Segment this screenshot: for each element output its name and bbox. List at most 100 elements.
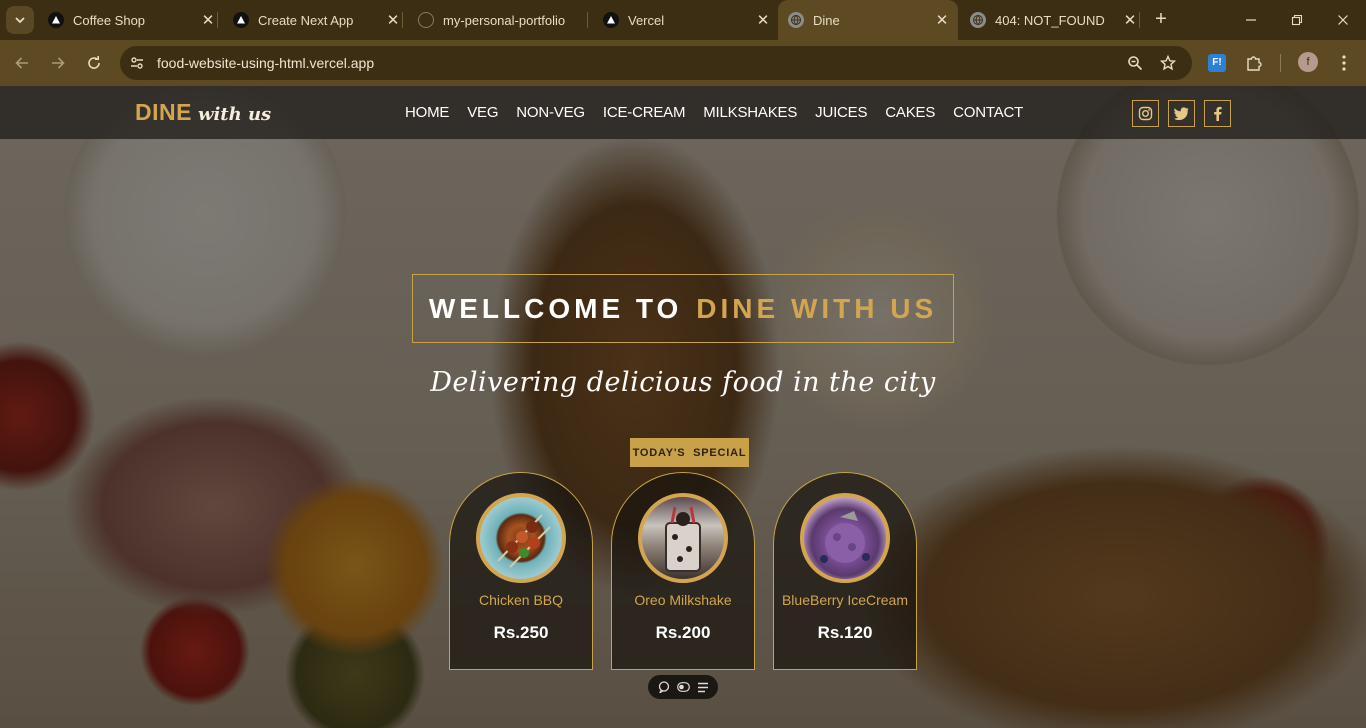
zoom-button[interactable] [1125, 53, 1145, 73]
reload-icon [88, 56, 100, 69]
tab-my-personal-portfolio[interactable]: my-personal-portfolio [410, 0, 588, 40]
restore-button[interactable] [1274, 0, 1320, 40]
tab-title: Coffee Shop [73, 12, 146, 28]
tab-title: Vercel [628, 12, 665, 28]
close-icon [1338, 15, 1348, 25]
tab-dine[interactable]: Dine ✕ [778, 0, 958, 40]
profile-avatar[interactable]: f [1298, 52, 1318, 72]
toggle-icon[interactable] [676, 682, 690, 692]
magnifier-icon [1128, 56, 1143, 71]
browser-tab-strip: Coffee Shop ✕ Create Next App ✕ my-perso… [0, 0, 1366, 40]
bookmark-button[interactable] [1158, 53, 1178, 73]
globe-icon [788, 12, 804, 28]
chevron-down-icon [15, 17, 25, 24]
puzzle-icon [1247, 56, 1262, 71]
logo-main-text: DINE [135, 99, 192, 125]
nav-non-veg[interactable]: NON-VEG [516, 104, 585, 121]
arrow-left-icon [15, 57, 28, 69]
special-name: BlueBerry IceCream [781, 592, 909, 608]
minimize-button[interactable] [1228, 0, 1274, 40]
site-logo[interactable]: DINE with us [135, 99, 271, 126]
tab-title: Create Next App [258, 12, 354, 28]
facebook-icon [1214, 106, 1222, 121]
toolbar-divider [1280, 54, 1281, 72]
site-info-button[interactable] [122, 48, 152, 78]
back-button[interactable] [8, 49, 36, 77]
facebook-link[interactable] [1204, 100, 1231, 127]
site-header: DINE with us HOME VEG NON-VEG ICE-CREAM … [0, 86, 1366, 139]
hero-title-white: WELLCOME TO [428, 292, 683, 324]
tab-separator [1139, 12, 1140, 28]
extensions-menu-button[interactable] [1244, 53, 1264, 73]
tab-404-not-found[interactable]: 404: NOT_FOUND ✕ [962, 0, 1140, 40]
comment-icon[interactable] [658, 681, 670, 693]
kebab-menu-icon [1342, 55, 1346, 71]
globe-icon [970, 12, 986, 28]
vercel-triangle-icon [48, 12, 64, 28]
blueberry-icecream-image [800, 493, 890, 583]
tab-separator [587, 12, 588, 28]
nav-cakes[interactable]: CAKES [885, 104, 935, 121]
special-price: Rs.250 [493, 623, 549, 642]
vercel-triangle-icon [233, 12, 249, 28]
hero-title-gold: DINE WITH US [696, 292, 938, 324]
tab-create-next-app[interactable]: Create Next App ✕ [225, 0, 403, 40]
tab-separator [402, 12, 403, 28]
tab-title: 404: NOT_FOUND [995, 12, 1105, 28]
close-tab-icon[interactable]: ✕ [753, 10, 773, 30]
reload-button[interactable] [80, 49, 108, 77]
nav-contact[interactable]: CONTACT [953, 104, 1023, 121]
close-tab-icon[interactable]: ✕ [932, 10, 952, 30]
close-tab-icon[interactable]: ✕ [1120, 10, 1140, 30]
restore-icon [1291, 14, 1303, 26]
list-icon[interactable] [697, 682, 709, 693]
nav-veg[interactable]: VEG [467, 104, 498, 121]
extension-button[interactable]: F! [1207, 53, 1227, 73]
oreo-milkshake-image [638, 493, 728, 583]
close-tab-icon[interactable]: ✕ [383, 10, 403, 30]
tab-title: my-personal-portfolio [443, 12, 566, 28]
github-icon [418, 12, 434, 28]
twitter-link[interactable] [1168, 100, 1195, 127]
extension-badge: F! [1208, 54, 1226, 72]
logo-script-text: with us [197, 104, 272, 125]
tab-vercel[interactable]: Vercel ✕ [595, 0, 773, 40]
nav-home[interactable]: HOME [405, 104, 449, 121]
forward-button[interactable] [44, 49, 72, 77]
nav-juices[interactable]: JUICES [815, 104, 867, 121]
browser-toolbar: food-website-using-html.vercel.app F! [0, 40, 1366, 86]
minimize-icon [1246, 19, 1256, 21]
arrow-right-icon [52, 57, 65, 69]
url-text: food-website-using-html.vercel.app [157, 55, 375, 71]
tab-coffee-shop[interactable]: Coffee Shop ✕ [40, 0, 218, 40]
chicken-bbq-image [476, 493, 566, 583]
special-price: Rs.200 [655, 623, 711, 642]
special-card-oreo-milkshake[interactable]: Oreo Milkshake Rs.200 [611, 472, 755, 670]
new-tab-button[interactable]: + [1150, 9, 1172, 31]
browser-menu-button[interactable] [1334, 53, 1354, 73]
hero-tagline: Delivering delicious food in the city [430, 367, 936, 398]
nav-milkshakes[interactable]: MILKSHAKES [703, 104, 797, 121]
vercel-triangle-icon [603, 12, 619, 28]
star-icon [1160, 55, 1176, 71]
special-name: Chicken BBQ [478, 592, 564, 608]
instagram-link[interactable] [1132, 100, 1159, 127]
special-card-blueberry-icecream[interactable]: BlueBerry IceCream Rs.120 [773, 472, 917, 670]
hero-title-box: WELLCOME TO DINE WITH US [412, 274, 954, 343]
floating-toolbar-widget[interactable] [648, 675, 718, 699]
close-window-button[interactable] [1320, 0, 1366, 40]
tune-icon [131, 57, 143, 69]
close-tab-icon[interactable]: ✕ [198, 10, 218, 30]
special-card-chicken-bbq[interactable]: Chicken BBQ Rs.250 [449, 472, 593, 670]
tab-search-button[interactable] [6, 6, 34, 34]
special-price: Rs.120 [817, 623, 873, 642]
todays-special-badge: TODAY'S SPECIAL [630, 438, 749, 467]
special-name: Oreo Milkshake [634, 592, 732, 608]
address-bar[interactable]: food-website-using-html.vercel.app [120, 46, 1192, 80]
page-viewport: DINE with us HOME VEG NON-VEG ICE-CREAM … [0, 86, 1366, 728]
tab-separator [217, 12, 218, 28]
tab-title: Dine [813, 12, 840, 28]
twitter-icon [1174, 107, 1189, 120]
main-nav: HOME VEG NON-VEG ICE-CREAM MILKSHAKES JU… [405, 104, 1041, 121]
nav-ice-cream[interactable]: ICE-CREAM [603, 104, 686, 121]
